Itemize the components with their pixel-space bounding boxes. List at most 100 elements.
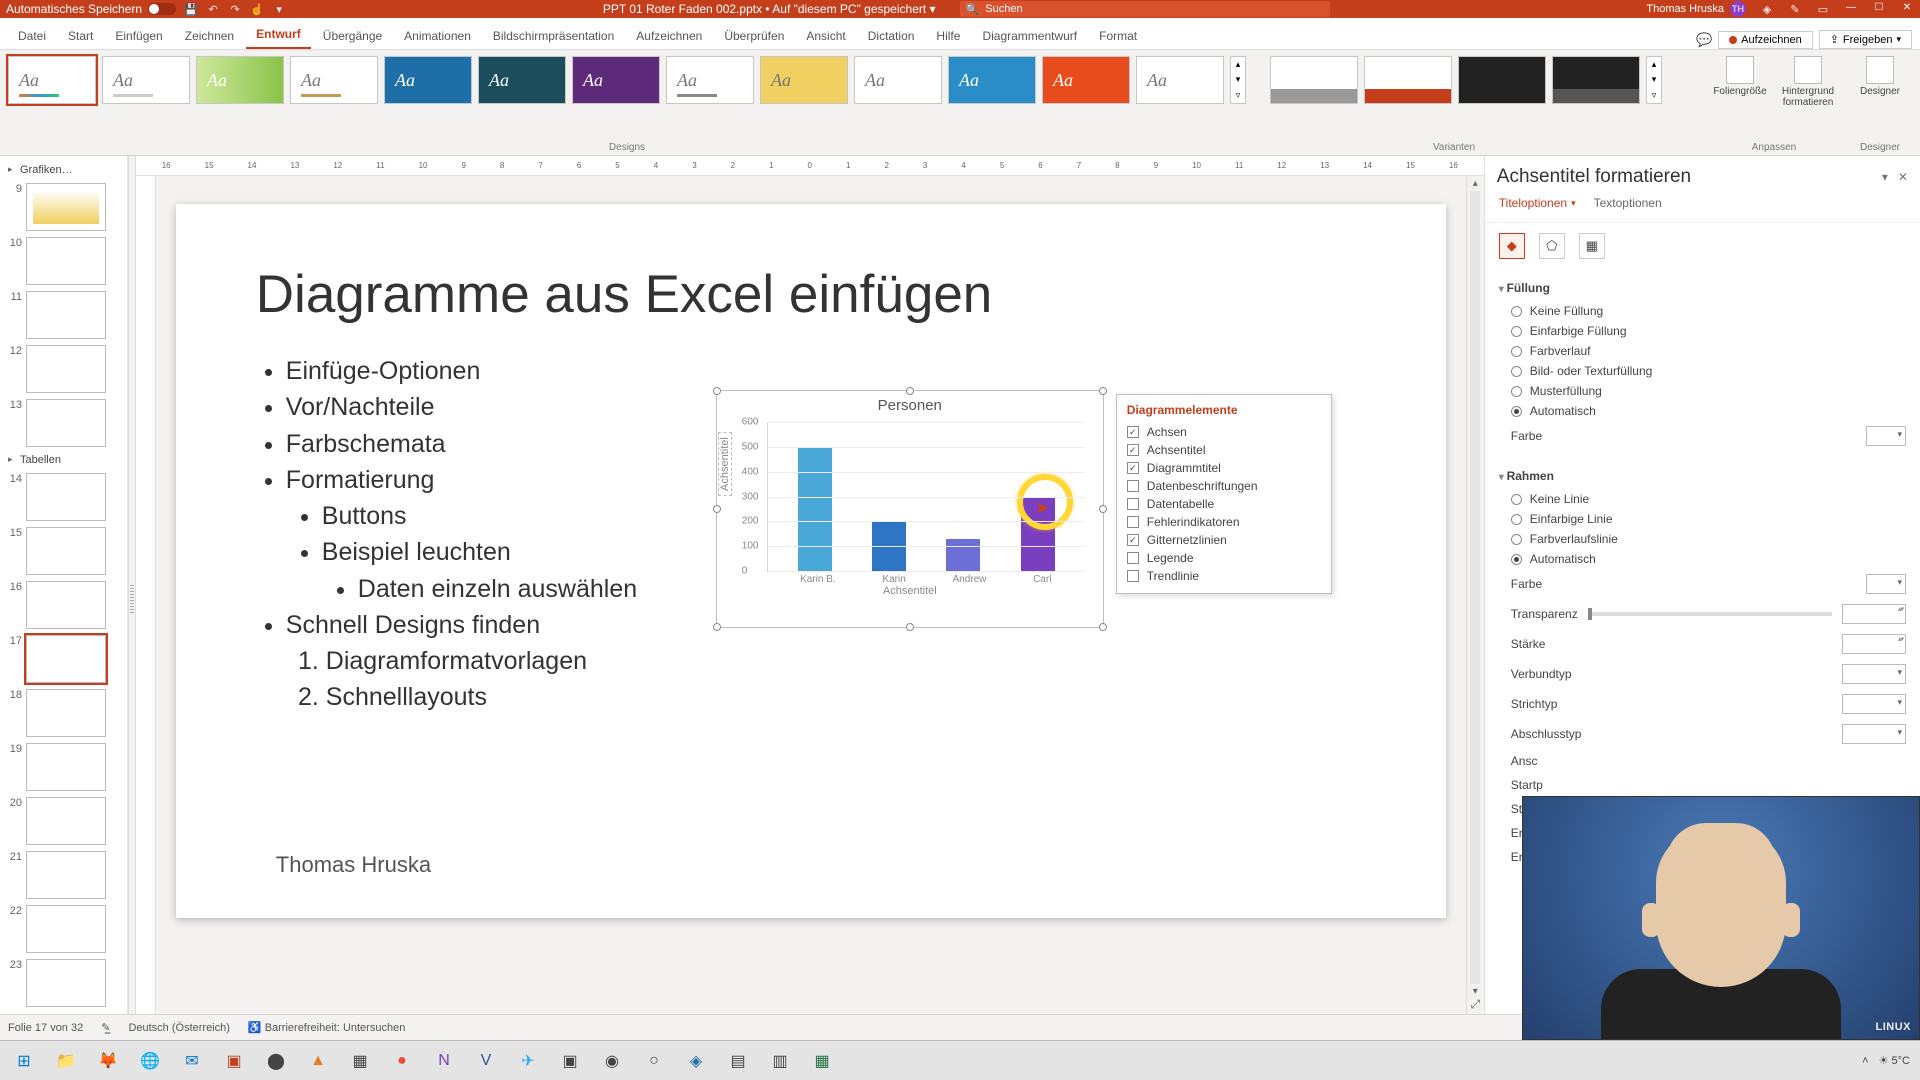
thumb-22[interactable]: 22 (2, 902, 125, 956)
tab-start[interactable]: Start (58, 23, 103, 49)
task-explorer-icon[interactable]: 📁 (46, 1044, 86, 1078)
variant-1[interactable] (1270, 56, 1358, 104)
thumb-12[interactable]: 12 (2, 342, 125, 396)
status-slide-count[interactable]: Folie 17 von 32 (8, 1022, 83, 1034)
tab-animationen[interactable]: Animationen (394, 23, 481, 49)
chart-element-option[interactable]: Legende (1127, 549, 1321, 567)
design-theme-13[interactable]: Aa (1136, 56, 1224, 104)
task-app5-icon[interactable]: ○ (634, 1044, 674, 1078)
slide-size-button[interactable]: Foliengröße (1708, 56, 1772, 139)
comments-icon[interactable]: 💬 (1696, 32, 1712, 48)
task-telegram-icon[interactable]: ✈ (508, 1044, 548, 1078)
width-value[interactable] (1842, 634, 1906, 654)
border-option[interactable]: Keine Linie (1499, 489, 1906, 509)
chart-element-option[interactable]: ✓Achsentitel (1127, 441, 1321, 459)
effects-category-icon[interactable]: ⬠ (1539, 233, 1565, 259)
account-button[interactable]: Thomas Hruska TH (1646, 1, 1746, 17)
status-spellcheck-icon[interactable]: ✎̲ (101, 1021, 110, 1034)
fill-option[interactable]: Musterfüllung (1499, 381, 1906, 401)
radio-icon[interactable] (1511, 494, 1522, 505)
slide-title[interactable]: Diagramme aus Excel einfügen (256, 264, 1366, 325)
design-theme-7[interactable]: Aa (572, 56, 660, 104)
task-app2-icon[interactable]: ▦ (340, 1044, 380, 1078)
transparency-slider[interactable] (1588, 612, 1832, 616)
checkbox-icon[interactable] (1127, 516, 1139, 528)
fill-option[interactable]: Einfarbige Füllung (1499, 321, 1906, 341)
ribbon-display-icon[interactable]: ▭ (1816, 2, 1830, 16)
transparency-value[interactable] (1842, 604, 1906, 624)
scroll-up-icon[interactable]: ▴ (1473, 178, 1478, 189)
tab-diagrammentwurf[interactable]: Diagrammentwurf (972, 23, 1087, 49)
design-theme-6[interactable]: Aa (478, 56, 566, 104)
thumbnail-splitter[interactable] (128, 156, 136, 1014)
start-button[interactable]: ⊞ (4, 1044, 44, 1078)
checkbox-icon[interactable] (1127, 498, 1139, 510)
design-theme-9[interactable]: Aa (760, 56, 848, 104)
slide-thumbnail-panel[interactable]: Grafiken… 9 10 11 12 13 Tabellen 14 15 1… (0, 156, 128, 1014)
thumb-17[interactable]: 17 (2, 632, 125, 686)
task-obs-icon[interactable]: ◉ (592, 1044, 632, 1078)
checkbox-icon[interactable] (1127, 552, 1139, 564)
undo-icon[interactable]: ↶ (206, 2, 220, 16)
status-language[interactable]: Deutsch (Österreich) (128, 1022, 229, 1034)
task-excel-icon[interactable]: ▦ (802, 1044, 842, 1078)
chart-x-axis-title[interactable]: Achsentitel (717, 585, 1103, 597)
task-app1-icon[interactable]: ⬤ (256, 1044, 296, 1078)
zoom-fit-icon[interactable]: ⤢ (1470, 997, 1480, 1012)
tab-hilfe[interactable]: Hilfe (926, 23, 970, 49)
chart-element-option[interactable]: Datenbeschriftungen (1127, 477, 1321, 495)
canvas-vertical-scrollbar[interactable]: ▴ ▾ ⤢ (1466, 176, 1484, 1014)
autosave-toggle[interactable]: Automatisches Speichern (6, 2, 176, 16)
thumb-13[interactable]: 13 (2, 396, 125, 450)
thumb-18[interactable]: 18 (2, 686, 125, 740)
design-theme-4[interactable]: Aa (290, 56, 378, 104)
checkbox-icon[interactable]: ✓ (1127, 426, 1139, 438)
tab-aufzeichnen[interactable]: Aufzeichnen (626, 23, 712, 49)
pane-options-icon[interactable]: ▾ (1882, 170, 1888, 184)
thumb-20[interactable]: 20 (2, 794, 125, 848)
radio-icon[interactable] (1511, 386, 1522, 397)
thumb-23[interactable]: 23 (2, 956, 125, 1010)
radio-icon[interactable] (1511, 326, 1522, 337)
task-outlook-icon[interactable]: ✉ (172, 1044, 212, 1078)
task-firefox-icon[interactable]: 🦊 (88, 1044, 128, 1078)
thumb-21[interactable]: 21 (2, 848, 125, 902)
vertical-ruler[interactable] (136, 176, 156, 1014)
design-theme-3[interactable]: Aa (196, 56, 284, 104)
design-theme-12[interactable]: Aa (1042, 56, 1130, 104)
thumb-15[interactable]: 15 (2, 524, 125, 578)
maximize-button[interactable]: ☐ (1872, 2, 1886, 16)
slide-canvas[interactable]: Diagramme aus Excel einfügen Einfüge-Opt… (156, 176, 1466, 1014)
tray-weather[interactable]: ☀ 5°C (1879, 1054, 1910, 1067)
tab-text-options[interactable]: Textoptionen (1594, 196, 1662, 214)
chart-element-option[interactable]: ✓Gitternetzlinien (1127, 531, 1321, 549)
checkbox-icon[interactable] (1127, 480, 1139, 492)
thumb-14[interactable]: 14 (2, 470, 125, 524)
border-color-picker[interactable] (1866, 574, 1906, 594)
chart-y-axis-title[interactable]: Achsentitel (718, 432, 732, 496)
tab-zeichnen[interactable]: Zeichnen (175, 23, 244, 49)
scroll-down-icon[interactable]: ▾ (1473, 986, 1478, 997)
chart-bar[interactable] (798, 447, 832, 571)
thumb-16[interactable]: 16 (2, 578, 125, 632)
task-app3-icon[interactable]: ● (382, 1044, 422, 1078)
background-format-button[interactable]: Hintergrund formatieren (1776, 56, 1840, 139)
tab-title-options[interactable]: Titeloptionen▾ (1499, 196, 1576, 214)
variant-gallery-scroll[interactable]: ▴▾▿ (1646, 56, 1662, 104)
tab-format[interactable]: Format (1089, 23, 1147, 49)
section-header-graphics[interactable]: Grafiken… (2, 160, 125, 180)
section-header-tables[interactable]: Tabellen (2, 450, 125, 470)
task-app6-icon[interactable]: ◈ (676, 1044, 716, 1078)
task-app4-icon[interactable]: ▣ (550, 1044, 590, 1078)
cap-type-dropdown[interactable] (1842, 724, 1906, 744)
fill-option[interactable]: Keine Füllung (1499, 301, 1906, 321)
radio-icon[interactable] (1511, 346, 1522, 357)
chart-plot-area[interactable]: ➤ 0100200300400500600 (767, 422, 1085, 572)
variant-3[interactable] (1458, 56, 1546, 104)
design-theme-2[interactable]: Aa (102, 56, 190, 104)
fill-color-picker[interactable] (1866, 426, 1906, 446)
coming-soon-icon[interactable]: ✎ (1788, 2, 1802, 16)
task-powerpoint-icon[interactable]: ▣ (214, 1044, 254, 1078)
design-theme-1[interactable]: Aa (8, 56, 96, 104)
variant-2[interactable] (1364, 56, 1452, 104)
